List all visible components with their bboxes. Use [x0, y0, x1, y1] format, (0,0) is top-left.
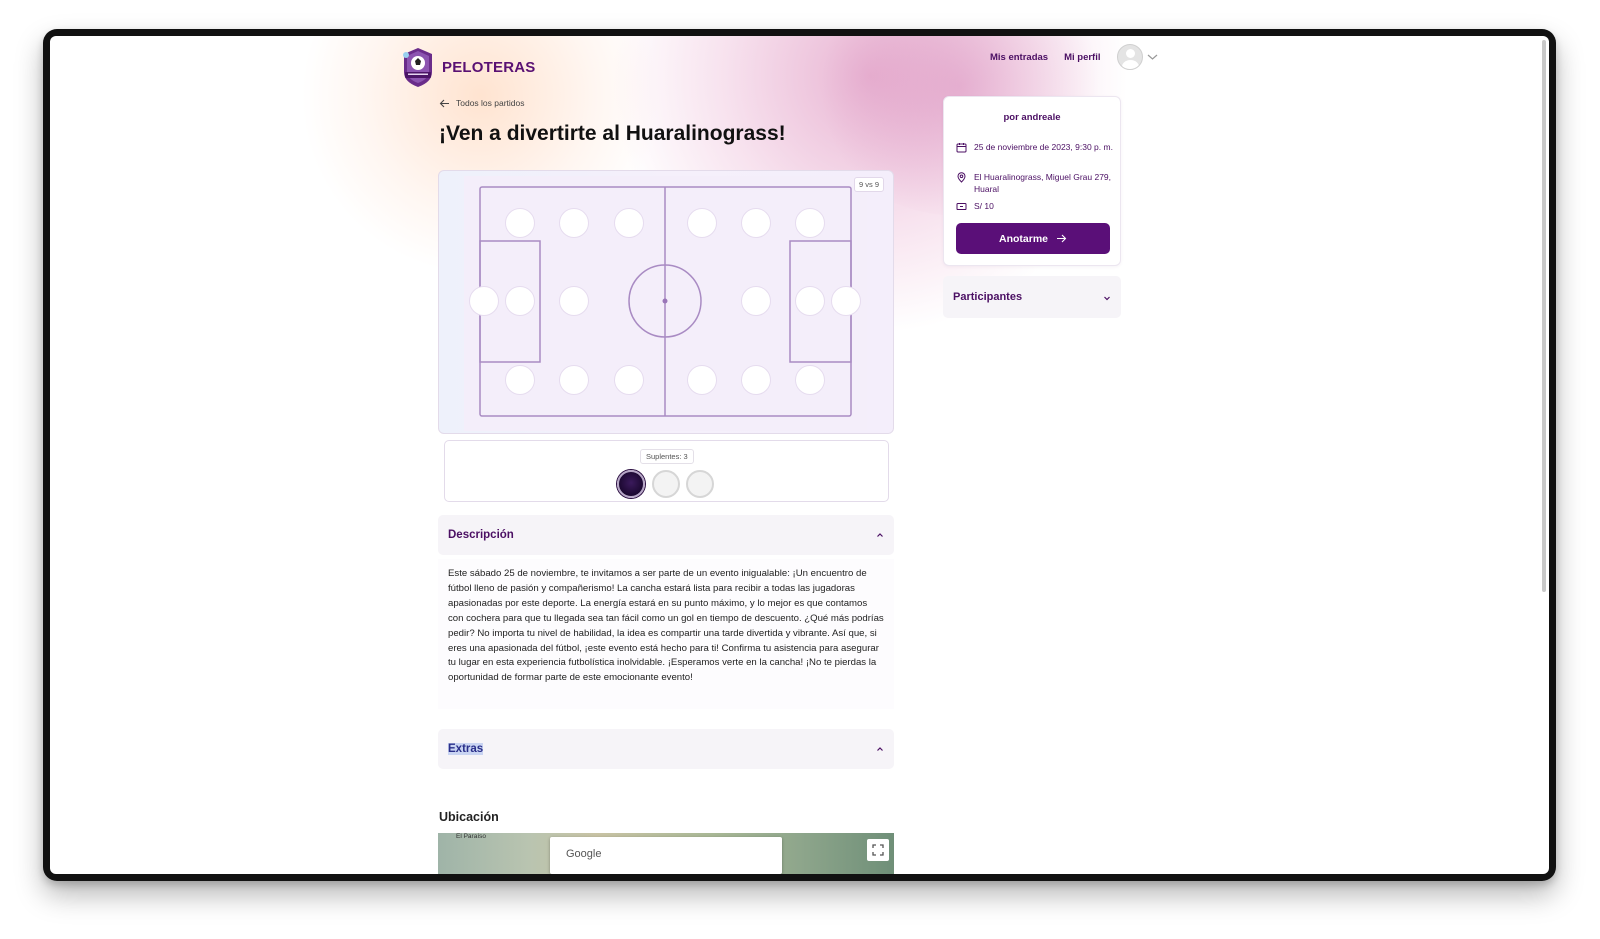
- chevron-down-icon[interactable]: [1147, 53, 1158, 61]
- event-address: El Huaralinograss, Miguel Grau 279, Huar…: [956, 171, 1116, 195]
- player-slot[interactable]: [559, 208, 589, 238]
- player-slot[interactable]: [505, 365, 535, 395]
- player-slot[interactable]: [687, 208, 717, 238]
- player-slot[interactable]: [687, 365, 717, 395]
- brand-logo[interactable]: PELOTERAS: [400, 46, 535, 88]
- player-slot[interactable]: [741, 208, 771, 238]
- browser-viewport: PELOTERAS Mis entradas Mi perfil Todos l…: [50, 36, 1549, 874]
- event-date-text: 25 de noviembre de 2023, 9:30 p. m.: [974, 142, 1113, 152]
- center-spot: [662, 298, 668, 304]
- player-slot[interactable]: [469, 286, 499, 316]
- arrow-right-icon: [1057, 234, 1067, 243]
- event-price: S/ 10: [956, 200, 1116, 212]
- extras-accordion-header[interactable]: Extras: [438, 729, 894, 769]
- map-search-text: Google: [566, 848, 602, 860]
- arrow-left-icon: [439, 99, 449, 107]
- chevron-up-icon: [876, 746, 884, 752]
- chevron-down-icon: [1103, 288, 1111, 306]
- chevron-up-icon: [876, 532, 884, 538]
- calendar-icon: [956, 143, 967, 153]
- ticket-icon: [956, 203, 967, 210]
- player-slot[interactable]: [795, 365, 825, 395]
- location-map[interactable]: El Paraíso Google: [438, 833, 894, 874]
- user-avatar-icon[interactable]: [1116, 44, 1143, 70]
- join-button-label: Anotarme: [998, 232, 1048, 245]
- event-info-card: por andreale 25 de noviembre de 2023, 9:…: [943, 96, 1121, 266]
- substitute-slot[interactable]: [652, 470, 680, 498]
- player-slot[interactable]: [505, 286, 535, 316]
- device-frame: PELOTERAS Mis entradas Mi perfil Todos l…: [43, 29, 1556, 881]
- description-accordion-header[interactable]: Descripción: [438, 515, 894, 555]
- peloteras-logo-icon: [403, 48, 432, 87]
- nav-my-profile-link[interactable]: Mi perfil: [1064, 52, 1100, 63]
- top-nav: Mis entradas Mi perfil: [990, 44, 1158, 70]
- participants-accordion-header[interactable]: Participantes: [943, 276, 1121, 318]
- participants-title: Participantes: [953, 291, 1023, 303]
- extras-title: Extras: [448, 743, 484, 755]
- pitch-card: 9 vs 9: [438, 170, 894, 434]
- player-slot[interactable]: [559, 365, 589, 395]
- player-slot[interactable]: [741, 365, 771, 395]
- substitute-slot[interactable]: [686, 470, 714, 498]
- event-address-text: El Huaralinograss, Miguel Grau 279, Huar…: [974, 172, 1112, 194]
- player-slot[interactable]: [795, 286, 825, 316]
- substitutes-panel: Suplentes: 3: [444, 440, 889, 502]
- player-slot[interactable]: [505, 208, 535, 238]
- player-slot[interactable]: [795, 208, 825, 238]
- nav-my-tickets-link[interactable]: Mis entradas: [990, 52, 1048, 63]
- player-slot[interactable]: [741, 286, 771, 316]
- player-slot[interactable]: [614, 208, 644, 238]
- location-title: Ubicación: [439, 810, 499, 824]
- football-pitch: [464, 176, 867, 431]
- organizer-label: por andreale: [1003, 112, 1061, 123]
- player-slot[interactable]: [614, 365, 644, 395]
- substitute-slot[interactable]: [617, 470, 645, 498]
- back-link-label: Todos los partidos: [456, 98, 525, 108]
- fullscreen-icon[interactable]: [867, 839, 889, 861]
- description-text: Este sábado 25 de noviembre, te invitamo…: [438, 559, 894, 709]
- player-slot[interactable]: [831, 286, 861, 316]
- player-slot[interactable]: [559, 286, 589, 316]
- event-price-text: S/ 10: [974, 201, 994, 211]
- back-link[interactable]: Todos los partidos: [439, 98, 525, 108]
- map-pin-icon: [957, 172, 966, 183]
- substitutes-label: Suplentes: 3: [640, 449, 694, 464]
- event-title: ¡Ven a divertirte al Huaralinograss!: [439, 122, 786, 145]
- description-title: Descripción: [448, 529, 514, 541]
- format-badge: 9 vs 9: [854, 177, 885, 192]
- join-button[interactable]: Anotarme: [956, 223, 1110, 254]
- map-search-box[interactable]: Google: [550, 837, 782, 874]
- scrollbar[interactable]: [1542, 40, 1546, 592]
- event-date: 25 de noviembre de 2023, 9:30 p. m.: [956, 141, 1116, 153]
- brand-name: PELOTERAS: [442, 58, 536, 76]
- map-place-label: El Paraíso: [456, 833, 486, 840]
